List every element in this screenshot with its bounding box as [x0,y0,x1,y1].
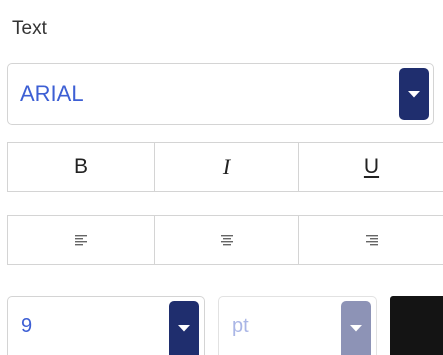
align-right-button[interactable] [298,216,443,264]
font-unit-value: pt [232,315,249,337]
font-size-value: 9 [21,315,33,337]
caret-down-icon [350,324,362,331]
text-align-group [7,215,443,265]
text-color-swatch[interactable] [390,296,443,355]
font-size-dropdown-button[interactable] [169,301,199,355]
underline-button[interactable]: U [298,143,443,191]
align-center-icon [220,235,233,246]
section-title: Text [12,18,47,39]
bold-button[interactable]: B [8,143,154,191]
font-unit-dropdown-button[interactable] [341,301,371,355]
align-left-button[interactable] [8,216,154,264]
font-style-group: B I U [7,142,443,192]
caret-down-icon [178,324,190,331]
bold-icon: B [73,155,88,178]
font-family-select[interactable]: ARIAL [7,63,434,125]
italic-icon: I [222,154,231,179]
italic-button[interactable]: I [154,143,298,191]
align-center-button[interactable] [154,216,298,264]
align-right-icon [365,235,378,246]
underline-icon: U [363,155,380,178]
text-format-panel: Text ARIAL B I U 9 pt [0,0,443,355]
font-unit-select[interactable]: pt [218,296,377,355]
font-dropdown-button[interactable] [399,68,429,120]
font-size-select[interactable]: 9 [7,296,205,355]
caret-down-icon [408,90,420,97]
font-family-value: ARIAL [20,81,84,106]
align-left-icon [75,235,87,246]
